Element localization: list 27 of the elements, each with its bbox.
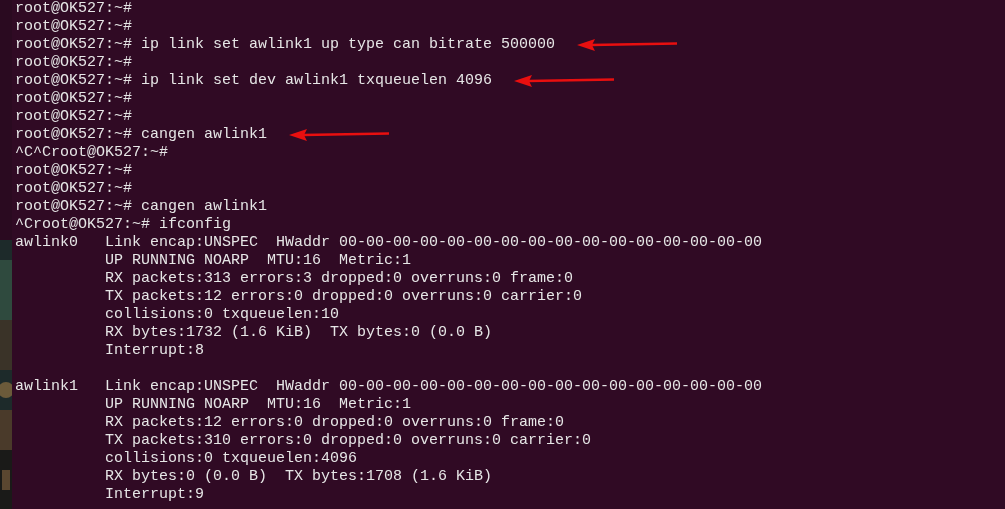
terminal-line: root@OK527:~# <box>15 0 133 18</box>
terminal-line: UP RUNNING NOARP MTU:16 Metric:1 <box>104 252 412 270</box>
terminal-line: TX packets:310 errors:0 dropped:0 overruns:0 carrier:0 <box>104 432 592 450</box>
terminal-line: root@OK527:~# <box>15 180 133 198</box>
terminal-line: RX packets:313 errors:3 dropped:0 overruns:0 frame:0 <box>104 270 574 288</box>
terminal-line: ^C^Croot@OK527:~# <box>15 144 169 162</box>
terminal-line: awlink0 Link encap:UNSPEC HWaddr 00-00-00-00-00-00-00-00-00-00-00-00-00-00-00-00 <box>15 234 763 252</box>
terminal-line: root@OK527:~# cangen awlink1 <box>15 126 268 144</box>
terminal-line: root@OK527:~# ip link set dev awlink1 txqueuelen 4096 <box>15 72 493 90</box>
terminal-line: ^Croot@OK527:~# ifconfig <box>15 216 232 234</box>
terminal-line: root@OK527:~# <box>15 18 133 36</box>
terminal-line: collisions:0 txqueuelen:10 <box>104 306 340 324</box>
terminal-line: root@OK527:~# cangen awlink1 <box>15 198 268 216</box>
terminal-line: collisions:0 txqueuelen:4096 <box>104 450 358 468</box>
terminal-line: root@OK527:~# ip link set awlink1 up type can bitrate 500000 <box>15 36 556 54</box>
terminal-line: RX packets:12 errors:0 dropped:0 overruns:0 frame:0 <box>104 414 565 432</box>
terminal-line: RX bytes:1732 (1.6 KiB) TX bytes:0 (0.0 B) <box>104 324 493 342</box>
terminal-line: awlink1 Link encap:UNSPEC HWaddr 00-00-00-00-00-00-00-00-00-00-00-00-00-00-00-00 <box>15 378 763 396</box>
terminal-line: root@OK527:~# <box>15 90 133 108</box>
terminal-line: RX bytes:0 (0.0 B) TX bytes:1708 (1.6 KiB) <box>104 468 493 486</box>
terminal-line: TX packets:12 errors:0 dropped:0 overruns:0 carrier:0 <box>104 288 583 306</box>
terminal-line: Interrupt:9 <box>104 486 205 504</box>
terminal-line: root@OK527:~# <box>15 162 133 180</box>
terminal-line: root@OK527:~# <box>15 108 133 126</box>
terminal-line: Interrupt:8 <box>104 342 205 360</box>
terminal-line: root@OK527:~# <box>15 54 133 72</box>
terminal-line: UP RUNNING NOARP MTU:16 Metric:1 <box>104 396 412 414</box>
